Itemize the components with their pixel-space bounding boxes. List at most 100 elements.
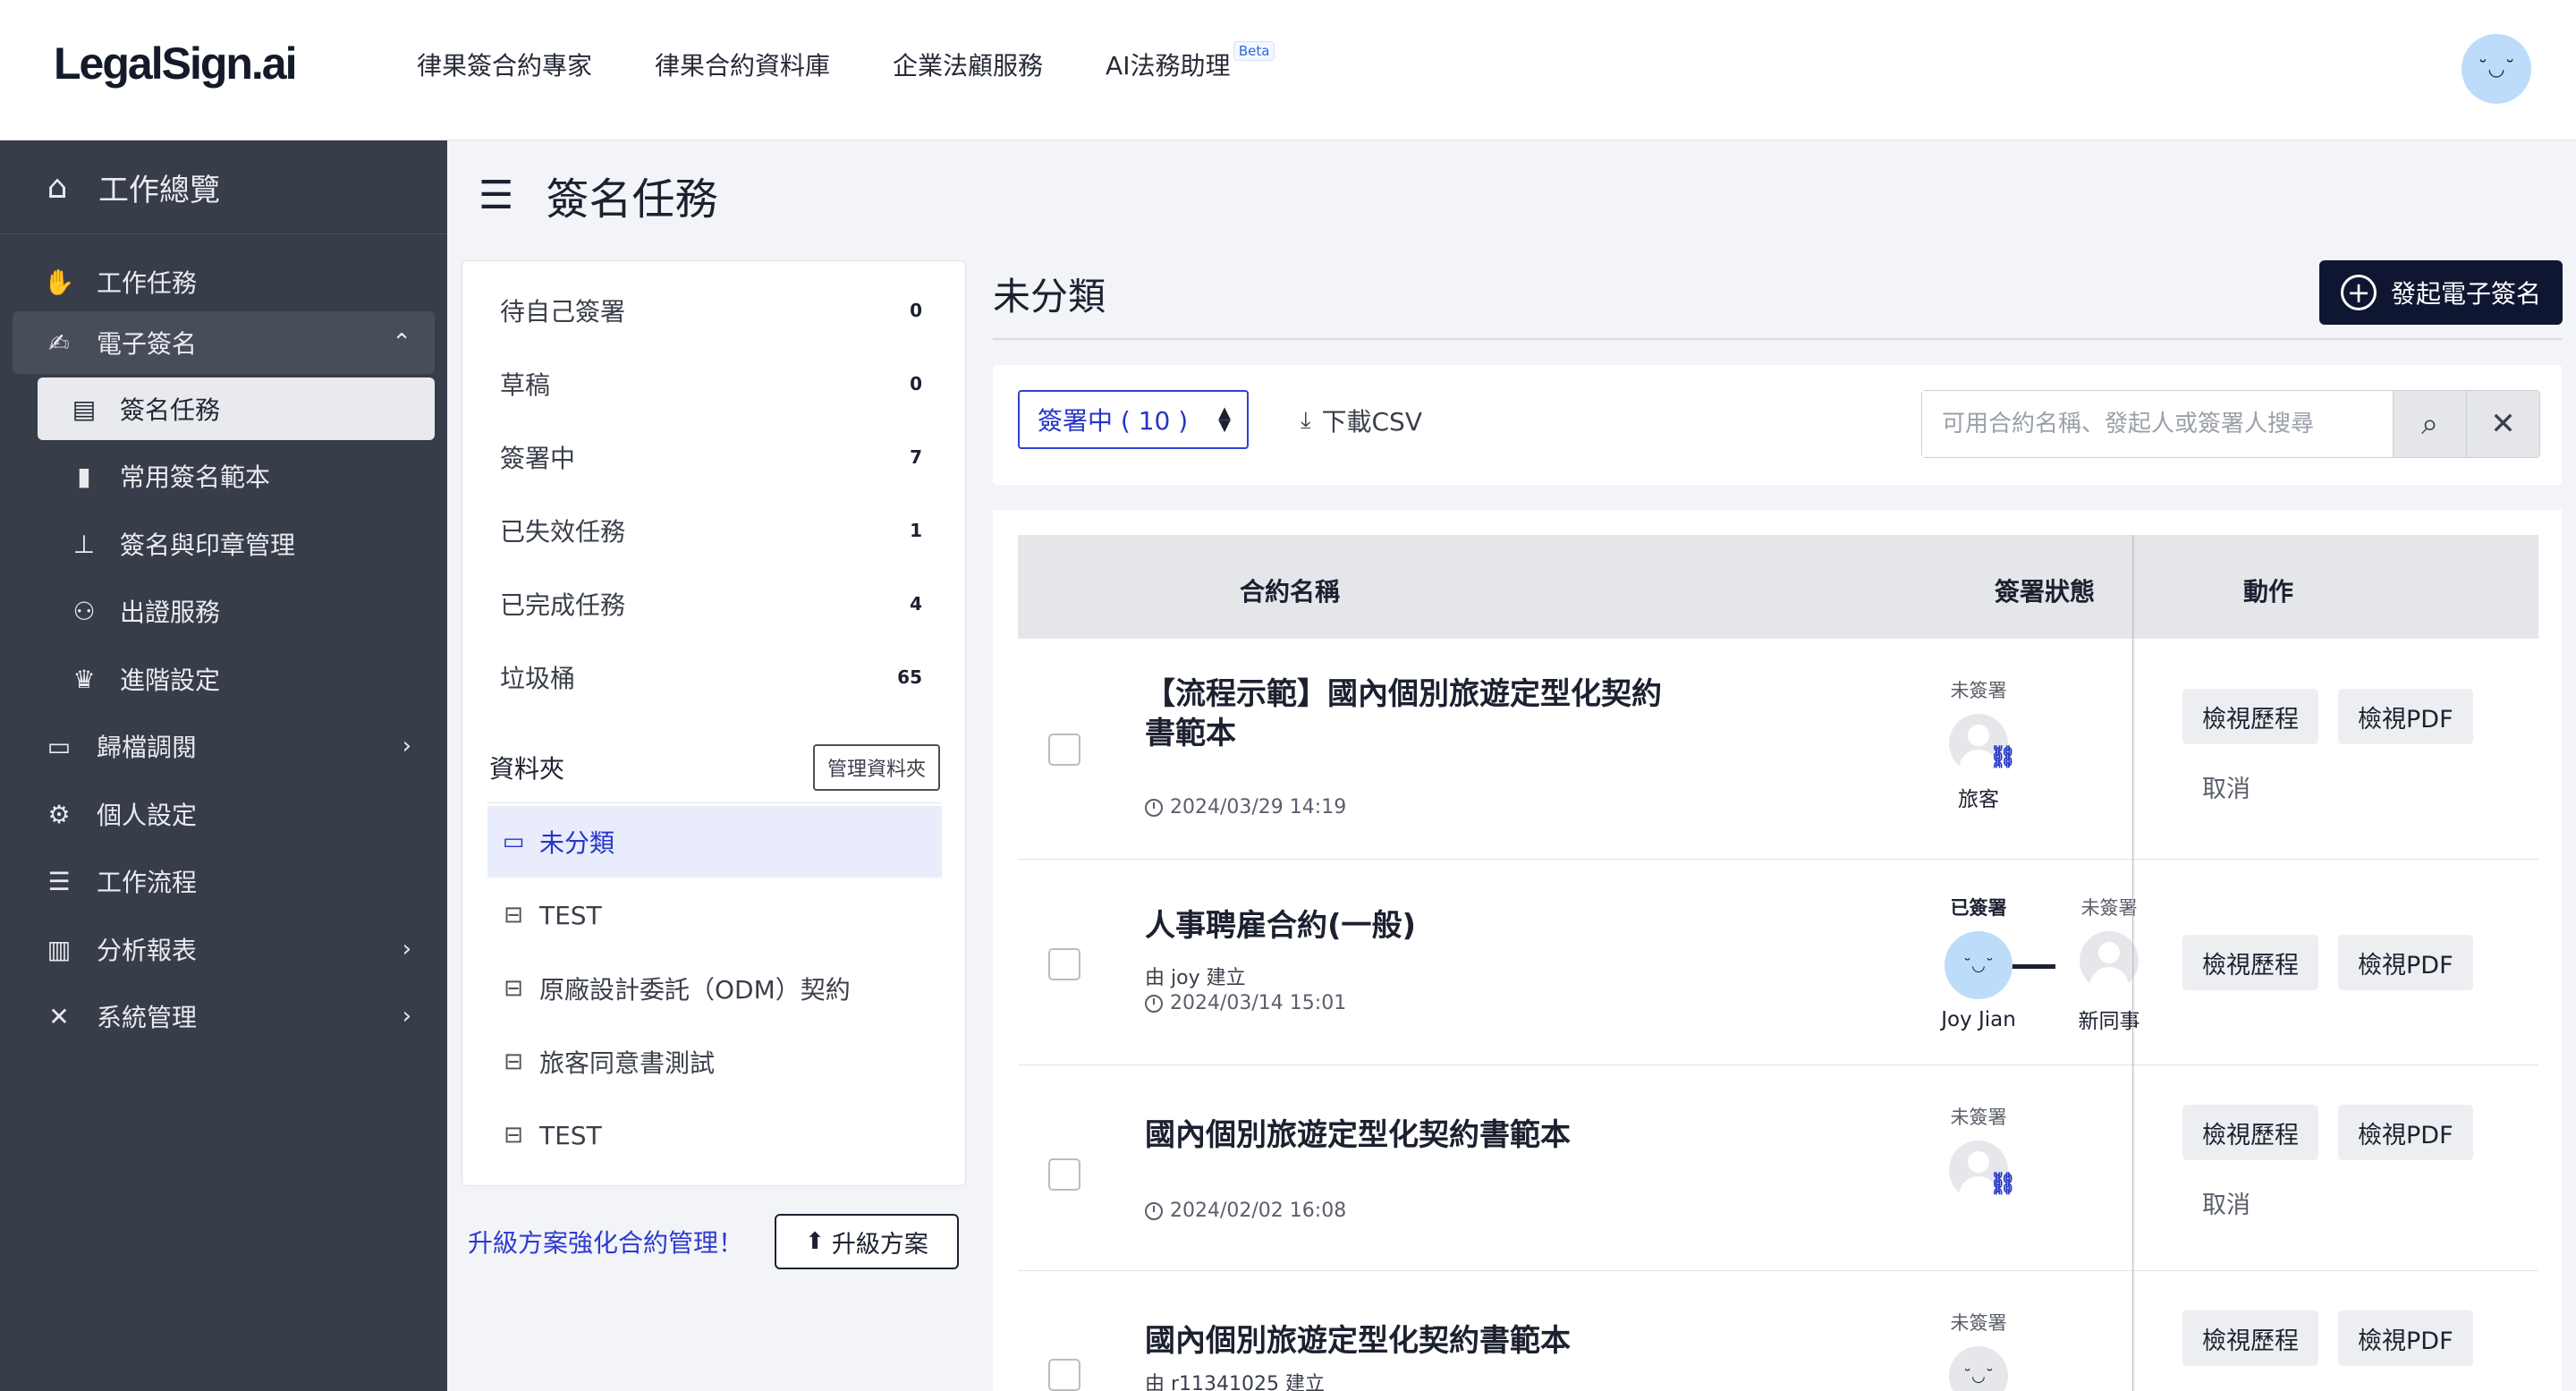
view-history-button[interactable]: 檢視歷程 (2182, 1310, 2318, 1366)
signature-icon: ✍ (48, 327, 70, 358)
nav-link-ai-assistant[interactable]: AI法務助理 Beta (1106, 41, 1275, 82)
divider (487, 802, 942, 803)
search-input[interactable] (1922, 391, 2393, 457)
contract-title[interactable]: 人事聘雇合約(一般) (1145, 906, 1682, 946)
row-checkbox[interactable] (1048, 734, 1080, 766)
archive-icon: ⊟ (504, 975, 523, 1002)
folder-item-uncategorized[interactable]: ▭ 未分類 (487, 806, 942, 878)
status-filter-expired[interactable]: 已失效任務 1 (500, 513, 938, 548)
sidebar-item-archive[interactable]: ▭ 歸檔調閱 › (13, 715, 435, 777)
status-select[interactable]: 簽署中 ( 10 ) ▲ ▼ (1018, 390, 1249, 449)
sidebar-item-personal-settings[interactable]: ⚙ 個人設定 (13, 783, 435, 845)
status-filter-awaiting-me[interactable]: 待自己簽署 0 (500, 293, 938, 328)
row-checkbox[interactable] (1048, 1158, 1080, 1191)
plus-circle-icon: + (2340, 275, 2377, 310)
contract-title[interactable]: 國內個別旅遊定型化契約書範本 (1145, 1321, 1682, 1361)
signer: 未簽署 ⛓ 旅客 (1925, 676, 2032, 812)
table-row: 國內個別旅遊定型化契約書範本 由 r11341025 建立 未簽署 ˘◡˘ 檢視… (1018, 1271, 2538, 1391)
status-filter-label: 已失效任務 (500, 517, 626, 547)
archive-icon: ⊟ (504, 1048, 523, 1075)
contract-date-text: 2024/03/29 14:19 (1170, 796, 1347, 818)
view-history-button[interactable]: 檢視歷程 (2182, 689, 2318, 744)
menu-icon[interactable]: ☰ (479, 173, 513, 218)
status-filter-label: 簽署中 (500, 444, 576, 473)
logo[interactable]: LegalSign.ai (54, 38, 298, 89)
status-filter-count: 4 (910, 593, 922, 615)
nav-link-contract-expert[interactable]: 律果簽合約專家 (417, 47, 592, 82)
manage-folders-button[interactable]: 管理資料夾 (812, 744, 940, 791)
view-pdf-button[interactable]: 檢視PDF (2338, 1310, 2473, 1366)
chevron-right-icon: › (402, 1003, 411, 1030)
cancel-button[interactable]: 取消 (2202, 1185, 2250, 1220)
close-icon[interactable]: ✕ (2466, 391, 2539, 457)
top-nav-links: 律果簽合約專家 律果合約資料庫 企業法顧服務 AI法務助理 Beta (417, 41, 1292, 82)
signer-status: 未簽署 (1950, 1312, 2007, 1334)
view-pdf-button[interactable]: 檢視PDF (2338, 935, 2473, 990)
row-checkbox[interactable] (1048, 948, 1080, 980)
arrow-up-circle-icon: ⬆ (805, 1228, 825, 1255)
start-esign-button[interactable]: + 發起電子簽名 (2319, 260, 2563, 325)
upgrade-link[interactable]: 升級方案強化合約管理！ (468, 1224, 743, 1260)
signer-name: Joy Jian (1941, 1008, 2016, 1031)
column-header-name: 合約名稱 (1240, 577, 1341, 606)
task-table: 合約名稱 簽署狀態 動作 【流程示範】國內個別旅遊定型化契約書範本 2024/0… (993, 510, 2562, 1391)
contract-title[interactable]: 國內個別旅遊定型化契約書範本 (1145, 1115, 1682, 1155)
user-avatar[interactable]: ˘◡˘ (2462, 34, 2531, 104)
sidebar-subitem-templates[interactable]: ▮ 常用簽名範本 (38, 445, 435, 507)
signer-status: 未簽署 (1950, 1107, 2007, 1128)
download-csv-button[interactable]: ⤓ 下載CSV (1301, 403, 1422, 438)
nav-link-contract-database[interactable]: 律果合約資料庫 (655, 47, 830, 82)
nav-link-legal-services[interactable]: 企業法顧服務 (893, 47, 1043, 82)
row-checkbox[interactable] (1048, 1359, 1080, 1391)
cancel-button[interactable]: 取消 (2202, 769, 2250, 804)
view-history-button[interactable]: 檢視歷程 (2182, 935, 2318, 990)
signer: 已簽署 ˘◡˘ Joy Jian (1925, 894, 2032, 1031)
sidebar-item-esign[interactable]: ✍ 電子簽名 ⌃ (13, 311, 435, 374)
download-icon: ⤓ (1301, 406, 1311, 434)
section-title: 未分類 (993, 275, 1106, 318)
view-history-button[interactable]: 檢視歷程 (2182, 1105, 2318, 1160)
table-row: 國內個別旅遊定型化契約書範本 2024/02/02 16:08 未簽署 ⛓ 檢視… (1018, 1065, 2538, 1271)
sidebar-subitem-label: 簽名任務 (120, 395, 221, 425)
signer: 未簽署 ˘◡˘ (1925, 1309, 2032, 1391)
status-filter-completed[interactable]: 已完成任務 4 (500, 586, 938, 622)
sidebar-item-label: 歸檔調閱 (97, 733, 198, 762)
folder-item[interactable]: ⊟ 原廠設計委託（ODM）契約 (487, 953, 942, 1024)
award-icon: ⚇ (72, 596, 96, 626)
clock-icon (1145, 798, 1163, 817)
sidebar-subitem-certificate[interactable]: ⚇ 出證服務 (38, 580, 435, 642)
archive-icon: ⊟ (504, 902, 523, 929)
status-filter-draft[interactable]: 草稿 0 (500, 366, 938, 402)
upgrade-plan-button[interactable]: ⬆ 升級方案 (775, 1214, 959, 1269)
sidebar-home[interactable]: ⌂ 工作總覽 (0, 140, 447, 234)
contract-title[interactable]: 【流程示範】國內個別旅遊定型化契約書範本 (1145, 674, 1682, 753)
crown-icon: ♛ (72, 664, 96, 694)
status-filter-trash[interactable]: 垃圾桶 65 (500, 659, 938, 695)
sidebar-subitem-sign-tasks[interactable]: ▤ 簽名任務 (38, 377, 435, 440)
view-pdf-button[interactable]: 檢視PDF (2338, 689, 2473, 744)
status-filter-count: 0 (910, 300, 922, 321)
folder-item[interactable]: ⊟ TEST (487, 1099, 942, 1171)
link-icon[interactable]: ⛓ (1989, 744, 2016, 769)
table-header: 合約名稱 簽署狀態 動作 (1018, 535, 2538, 639)
signer: 未簽署 ⛓ (1925, 1103, 2032, 1200)
sidebar-item-label: 分析報表 (97, 936, 198, 965)
search-icon[interactable]: ⌕ (2393, 391, 2466, 457)
avatar (2080, 931, 2139, 990)
sidebar-item-workflow[interactable]: ☰ 工作流程 (13, 850, 435, 912)
home-icon: ⌂ (47, 168, 68, 206)
sidebar-item-tasks[interactable]: ✋ 工作任務 (13, 250, 435, 313)
sidebar-item-system[interactable]: ✕ 系統管理 › (13, 985, 435, 1047)
view-pdf-button[interactable]: 檢視PDF (2338, 1105, 2473, 1160)
status-filter-signing[interactable]: 簽署中 7 (500, 439, 938, 475)
contract-date-text: 2024/02/02 16:08 (1170, 1200, 1347, 1222)
checklist-icon: ☰ (47, 866, 71, 896)
sidebar-subitem-advanced[interactable]: ♛ 進階設定 (38, 648, 435, 710)
folder-item[interactable]: ⊟ 旅客同意書測試 (487, 1026, 942, 1098)
sidebar-item-reports[interactable]: ▥ 分析報表 › (13, 918, 435, 980)
link-icon[interactable]: ⛓ (1989, 1171, 2016, 1196)
beta-badge: Beta (1233, 41, 1275, 61)
folder-item[interactable]: ⊟ TEST (487, 879, 942, 951)
sidebar-subitem-stamps[interactable]: ⊥ 簽名與印章管理 (38, 513, 435, 575)
table-row: 【流程示範】國內個別旅遊定型化契約書範本 2024/03/29 14:19 未簽… (1018, 639, 2538, 860)
